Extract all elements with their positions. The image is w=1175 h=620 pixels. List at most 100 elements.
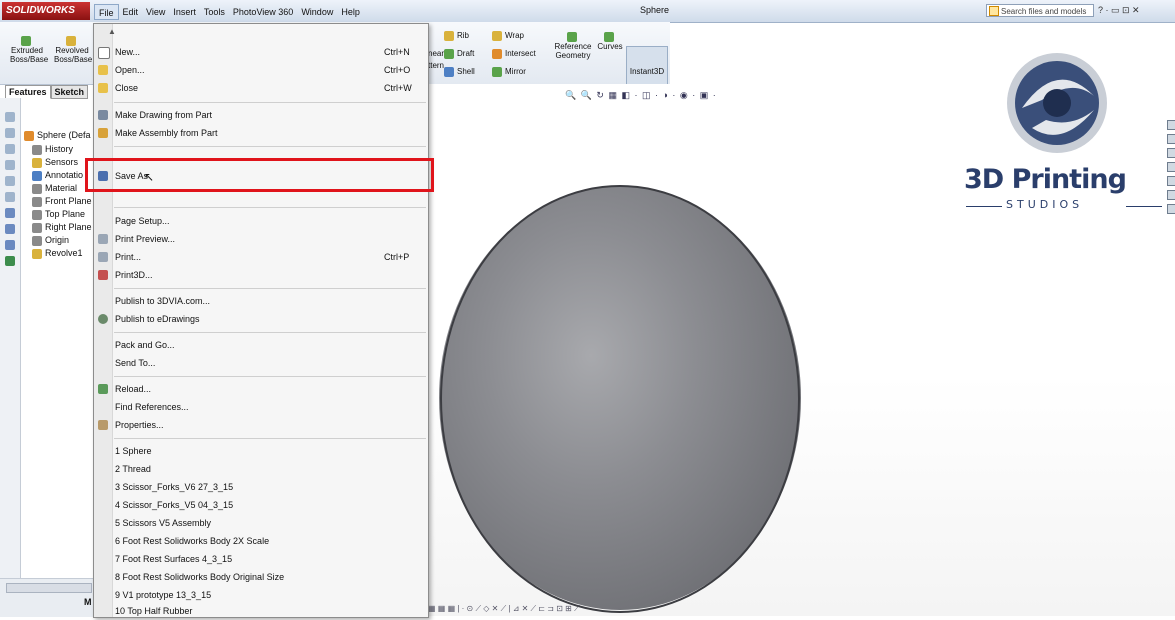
close-folder-icon [98, 83, 108, 93]
menu-item-publish-edrawings[interactable]: Publish to eDrawings [94, 311, 428, 328]
menu-scroll-up-icon[interactable]: ▲ [108, 27, 116, 36]
rib-icon [444, 30, 454, 41]
plane-icon [32, 222, 42, 233]
menu-item-recent-1[interactable]: 1 Sphere [94, 443, 428, 460]
menu-insert[interactable]: Insert [169, 4, 200, 20]
menu-item-print3d[interactable]: Print3D... [94, 267, 428, 284]
menu-item-print-preview[interactable]: Print Preview... [94, 231, 428, 248]
open-folder-icon [98, 65, 108, 75]
menu-item-recent-5[interactable]: 5 Scissors V5 Assembly [94, 515, 428, 532]
explorer-icon[interactable] [5, 160, 15, 170]
reference-geometry-button[interactable]: Reference Geometry [552, 32, 594, 60]
tree-sensors[interactable]: Sensors [32, 157, 78, 168]
search-panel-icon[interactable] [5, 176, 15, 186]
instant3d-button[interactable]: Instant3D [626, 46, 668, 86]
search-input[interactable]: Search files and models [986, 4, 1094, 17]
tab-sketch[interactable]: Sketch [50, 85, 89, 99]
menu-item-recent-10[interactable]: 10 Top Half Rubber [94, 603, 428, 620]
menu-item-close[interactable]: Close Ctrl+W [94, 80, 428, 97]
task-icon[interactable] [1167, 204, 1175, 214]
tree-top-plane[interactable]: Top Plane [32, 209, 85, 220]
menu-view[interactable]: View [142, 4, 169, 20]
drawing-icon [98, 110, 108, 120]
menu-item-recent-9[interactable]: 9 V1 prototype 13_3_15 [94, 587, 428, 604]
menu-item-send-to[interactable]: Send To... [94, 355, 428, 372]
resources-icon[interactable] [5, 128, 15, 138]
menu-photoview[interactable]: PhotoView 360 [229, 4, 297, 20]
bottom-toolbar[interactable]: ▦ ▦ ▦ | · ⊙ ⟋ ◇ ✕ ⟋ | ⊿ ✕ ⟋ ⊏ ⊐ ⊡ ⊞ ⟋ [428, 604, 738, 616]
extruded-boss-button[interactable]: Extruded Boss/Base [10, 36, 48, 64]
reload-icon [98, 384, 108, 394]
menu-item-make-assembly[interactable]: Make Assembly from Part [94, 125, 428, 142]
edrawings-icon [98, 314, 108, 324]
extrude-icon [20, 36, 31, 46]
menu-item-reload[interactable]: Reload... [94, 381, 428, 398]
task-icon[interactable] [1167, 176, 1175, 186]
menu-item-new[interactable]: New... Ctrl+N [94, 44, 428, 61]
window-controls[interactable]: ? · ▭ ⊡ ✕ [1098, 5, 1140, 16]
tab-features[interactable]: Features [5, 85, 51, 99]
task-icon[interactable] [1167, 134, 1175, 144]
menu-file[interactable]: File [94, 4, 119, 20]
menu-item-make-drawing[interactable]: Make Drawing from Part [94, 107, 428, 124]
mirror-button[interactable]: Mirror [492, 66, 526, 78]
menu-item-publish-3dvia[interactable]: Publish to 3DVIA.com... [94, 293, 428, 310]
origin-icon [32, 235, 42, 246]
save-as-highlight-box [85, 158, 434, 192]
appearances-icon[interactable] [5, 208, 15, 218]
menu-item-page-setup[interactable]: Page Setup... [94, 213, 428, 230]
menu-edit[interactable]: Edit [119, 4, 143, 20]
menu-help[interactable]: Help [337, 4, 364, 20]
task-icon[interactable] [1167, 162, 1175, 172]
task-pane-bar [0, 98, 21, 616]
menu-item-recent-2[interactable]: 2 Thread [94, 461, 428, 478]
model-tab[interactable]: M [84, 597, 92, 607]
view-toolbar[interactable]: 🔍 🔍 ↻ ▦ ◧ · ◫ · ◑ · ◉ · ▣ · [565, 90, 717, 101]
brand-divider-left [966, 206, 1002, 207]
menu-item-print[interactable]: Print... Ctrl+P [94, 249, 428, 266]
tree-front-plane[interactable]: Front Plane [32, 196, 92, 207]
mirror-icon [492, 66, 502, 77]
tree-right-plane[interactable]: Right Plane [32, 222, 92, 233]
home-icon[interactable] [5, 112, 15, 122]
menu-item-recent-7[interactable]: 7 Foot Rest Surfaces 4_3_15 [94, 551, 428, 568]
menu-tools[interactable]: Tools [200, 4, 229, 20]
revolved-boss-button[interactable]: Revolved Boss/Base [54, 36, 92, 64]
library-icon[interactable] [5, 144, 15, 154]
draft-button[interactable]: Draft [444, 48, 474, 60]
menu-separator [114, 288, 426, 289]
view-palette-icon[interactable] [5, 192, 15, 202]
menu-item-open[interactable]: Open... Ctrl+O [94, 62, 428, 79]
tree-history[interactable]: History [32, 144, 73, 155]
sphere-outline [440, 185, 800, 613]
menu-item-recent-3[interactable]: 3 Scissor_Forks_V6 27_3_15 [94, 479, 428, 496]
menu-item-find-references[interactable]: Find References... [94, 399, 428, 416]
menu-item-recent-4[interactable]: 4 Scissor_Forks_V5 04_3_15 [94, 497, 428, 514]
tree-material[interactable]: Material [32, 183, 77, 194]
tree-annotations[interactable]: Annotatio [32, 170, 83, 181]
document-title: Sphere [640, 5, 670, 15]
intersect-button[interactable]: Intersect [492, 48, 536, 60]
tree-root[interactable]: Sphere (Defa [24, 130, 91, 141]
task-icon[interactable] [1167, 120, 1175, 130]
tree-revolve1[interactable]: Revolve1 [32, 248, 83, 259]
wrap-button[interactable]: Wrap [492, 30, 524, 42]
rib-button[interactable]: Rib [444, 30, 469, 42]
design-library-icon[interactable] [5, 256, 15, 266]
task-icon[interactable] [1167, 148, 1175, 158]
menu-item-recent-8[interactable]: 8 Foot Rest Solidworks Body Original Siz… [94, 569, 428, 586]
menu-item-recent-6[interactable]: 6 Foot Rest Solidworks Body 2X Scale [94, 533, 428, 550]
menu-window[interactable]: Window [297, 4, 337, 20]
curves-button[interactable]: Curves [596, 32, 624, 51]
solidworks-logo[interactable]: SOLIDWORKS [2, 2, 90, 20]
forum-icon[interactable] [5, 240, 15, 250]
custom-properties-icon[interactable] [5, 224, 15, 234]
menu-item-pack-and-go[interactable]: Pack and Go... [94, 337, 428, 354]
tree-origin[interactable]: Origin [32, 235, 69, 246]
print3d-icon [98, 270, 108, 280]
menu-item-properties[interactable]: Properties... [94, 417, 428, 434]
task-icon[interactable] [1167, 190, 1175, 200]
new-document-icon [98, 47, 110, 59]
shell-button[interactable]: Shell [444, 66, 475, 78]
horizontal-scrollbar[interactable] [6, 583, 92, 593]
